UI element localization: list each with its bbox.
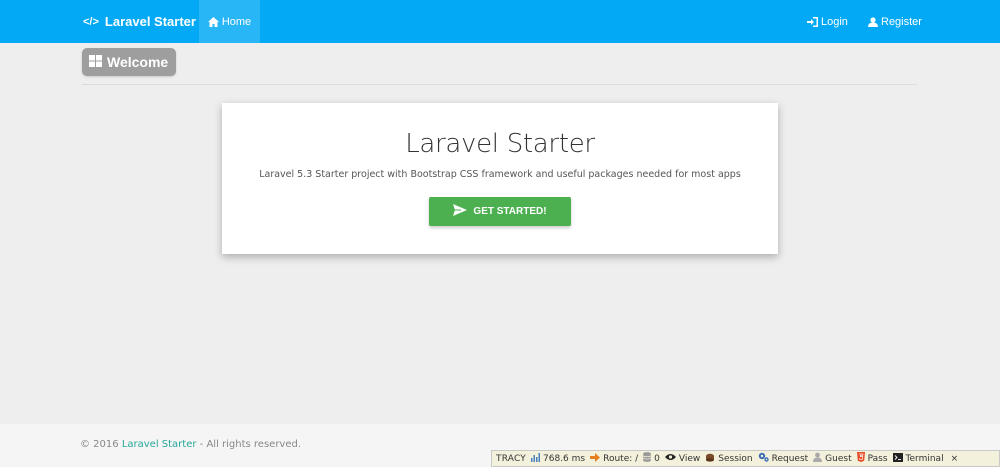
tracy-guest-label: Guest [825, 453, 852, 464]
nav-register-label: Register [881, 15, 922, 28]
tracy-queries-count: 0 [654, 453, 660, 464]
tracy-auth[interactable]: Guest [813, 452, 852, 465]
close-icon[interactable]: × [951, 454, 959, 464]
tracy-route-label: Route: / [603, 453, 639, 464]
tracy-request-label: Request [771, 453, 809, 464]
tracy-html-validator[interactable]: Pass [856, 452, 888, 465]
tracy-session-label: Session [718, 453, 753, 464]
eye-icon [664, 453, 676, 464]
nav-home[interactable]: Home [199, 0, 260, 43]
tracy-terminal-label: Terminal [905, 453, 944, 464]
get-started-label: GET STARTED! [473, 206, 547, 217]
send-icon [453, 204, 468, 219]
home-icon [207, 16, 219, 27]
tracy-terminal[interactable]: Terminal [892, 452, 944, 465]
guest-user-icon [813, 452, 823, 465]
footer-brand-link[interactable]: Laravel Starter [122, 439, 197, 450]
tracy-view-label: View [678, 453, 701, 464]
html5-icon [856, 452, 865, 465]
tracy-debug-bar: TRACY 768.6 ms Route: / 0 View Session R… [491, 450, 1000, 467]
nav-register[interactable]: Register [868, 0, 922, 43]
tracy-request[interactable]: Request [758, 452, 809, 465]
tracy-database[interactable]: 0 [643, 452, 660, 465]
terminal-icon [892, 452, 903, 465]
user-icon [868, 16, 878, 27]
tracy-pass-label: Pass [867, 453, 888, 464]
tracy-logo[interactable]: TRACY [496, 454, 526, 464]
dashboard-icon [89, 54, 102, 70]
brand-link[interactable]: </> Laravel Starter [83, 0, 196, 43]
copyright-prefix: © 2016 [80, 439, 122, 450]
login-icon [807, 16, 818, 27]
code-icon: </> [83, 15, 99, 28]
get-started-button[interactable]: GET STARTED! [429, 197, 571, 226]
gears-icon [758, 452, 769, 465]
cookie-icon [705, 453, 715, 465]
tracy-route[interactable]: Route: / [590, 452, 639, 465]
hero-title: Laravel Starter [405, 129, 595, 159]
tracy-session[interactable]: Session [705, 453, 753, 465]
tracy-time-value: 768.6 ms [543, 453, 586, 464]
tracy-view[interactable]: View [664, 453, 701, 464]
nav-login[interactable]: Login [807, 0, 848, 43]
header-divider [82, 84, 917, 85]
tracy-time[interactable]: 768.6 ms [531, 452, 586, 465]
route-arrow-icon [590, 452, 601, 465]
copyright-text: © 2016 Laravel Starter - All rights rese… [80, 439, 301, 450]
hero-subtitle: Laravel 5.3 Starter project with Bootstr… [259, 169, 741, 180]
bar-chart-icon [531, 452, 541, 465]
nav-home-label: Home [221, 15, 252, 28]
copyright-suffix: - All rights reserved. [196, 439, 302, 450]
page-heading: Welcome [107, 54, 169, 70]
hero-card: Laravel Starter Laravel 5.3 Starter proj… [222, 103, 778, 254]
navbar: </> Laravel Starter Home Login Register [0, 0, 1000, 43]
brand-label: Laravel Starter [104, 14, 196, 29]
page-heading-badge: Welcome [82, 48, 176, 76]
nav-login-label: Login [821, 15, 848, 28]
database-icon [643, 452, 652, 465]
